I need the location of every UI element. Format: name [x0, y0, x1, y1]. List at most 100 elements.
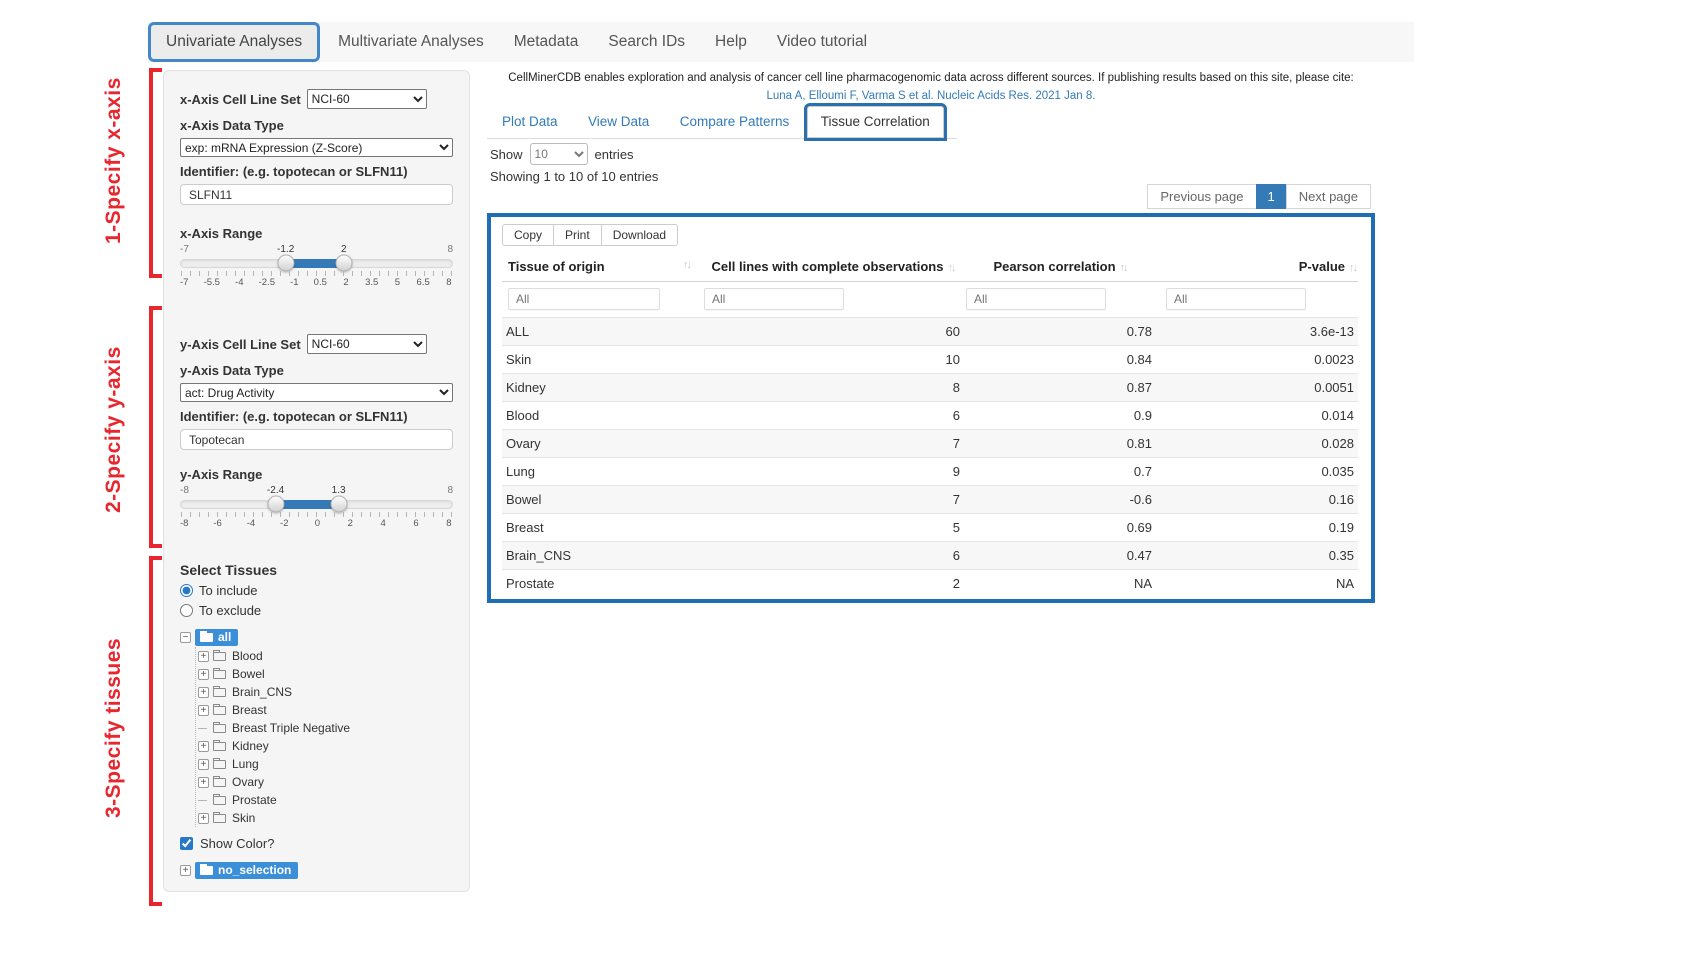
- tab-compare-patterns[interactable]: Compare Patterns: [667, 107, 803, 137]
- folder-icon: [200, 633, 213, 642]
- radio-to-include[interactable]: To include: [180, 583, 453, 598]
- table-cell: 9: [702, 458, 964, 486]
- column-header-tissue[interactable]: Tissue of origin↑↓: [502, 254, 702, 282]
- expand-icon[interactable]: +: [198, 705, 209, 716]
- table-cell: Bowel: [502, 486, 702, 514]
- tab-view-data[interactable]: View Data: [575, 107, 662, 137]
- tick-label: -1: [290, 277, 298, 288]
- tree-item-label: Breast Triple Negative: [230, 721, 350, 735]
- y-axis-identifier-label: Identifier: (e.g. topotecan or SLFN11): [180, 409, 453, 424]
- expand-icon[interactable]: +: [198, 759, 209, 770]
- tree-item-breast-triple-negative[interactable]: Breast Triple Negative: [196, 719, 453, 737]
- pagination: Previous page 1 Next page: [1148, 184, 1371, 209]
- x-axis-range-slider[interactable]: -7 8 -1.2 2 -7-5.5-4-2.5-10.523.556.58: [180, 244, 453, 290]
- sort-icon[interactable]: ↑↓: [683, 259, 690, 271]
- leaf-connector: [198, 800, 207, 801]
- y-range-low-handle[interactable]: [267, 496, 284, 513]
- filter-tissue-input[interactable]: [508, 288, 660, 310]
- to-include-radio[interactable]: [180, 584, 193, 597]
- tree-item-kidney[interactable]: +Kidney: [196, 737, 453, 755]
- tissue-correlation-table: Tissue of origin↑↓ Cell lines with compl…: [502, 254, 1358, 598]
- expand-icon[interactable]: +: [198, 651, 209, 662]
- citation-link[interactable]: Luna A, Elloumi F, Varma S et al. Nuclei…: [767, 90, 1096, 102]
- y-axis-data-type-label: y-Axis Data Type: [180, 363, 453, 378]
- table-cell: NA: [964, 570, 1156, 598]
- x-axis-identifier-input[interactable]: [180, 184, 453, 205]
- x-axis-cell-line-set-select[interactable]: NCI-60: [307, 89, 427, 109]
- x-axis-data-type-label: x-Axis Data Type: [180, 118, 453, 133]
- x-range-low-handle[interactable]: [277, 255, 294, 272]
- table-cell: 0.014: [1156, 402, 1358, 430]
- tree-item-breast[interactable]: +Breast: [196, 701, 453, 719]
- x-range-min-label: -7: [180, 244, 189, 255]
- collapse-icon[interactable]: −: [180, 632, 191, 643]
- table-row: Blood60.90.014: [502, 402, 1358, 430]
- annotation-bracket-y-axis: [149, 306, 162, 548]
- expand-icon[interactable]: +: [198, 669, 209, 680]
- nav-tab-multivariate-analyses[interactable]: Multivariate Analyses: [323, 22, 499, 62]
- plot-tabbar: Plot Data View Data Compare Patterns Tis…: [487, 106, 957, 139]
- entries-per-page-select[interactable]: 10: [530, 143, 588, 165]
- download-button[interactable]: Download: [601, 224, 678, 246]
- tree-item-blood[interactable]: +Blood: [196, 647, 453, 665]
- tick-label: -2: [280, 518, 288, 529]
- y-axis-identifier-input[interactable]: [180, 429, 453, 450]
- tree-item-lung[interactable]: +Lung: [196, 755, 453, 773]
- y-range-high-handle[interactable]: [330, 496, 347, 513]
- table-header-row: Tissue of origin↑↓ Cell lines with compl…: [502, 254, 1358, 282]
- expand-icon[interactable]: +: [198, 813, 209, 824]
- next-page-button[interactable]: Next page: [1286, 184, 1371, 209]
- tab-plot-data[interactable]: Plot Data: [489, 107, 571, 137]
- table-cell: Breast: [502, 514, 702, 542]
- tree-item-brain-cns[interactable]: +Brain_CNS: [196, 683, 453, 701]
- tree-node-all[interactable]: all: [195, 629, 238, 646]
- expand-icon[interactable]: +: [198, 777, 209, 788]
- radio-to-exclude[interactable]: To exclude: [180, 603, 453, 618]
- previous-page-button[interactable]: Previous page: [1147, 184, 1256, 209]
- tree-item-bowel[interactable]: +Bowel: [196, 665, 453, 683]
- filter-pvalue-input[interactable]: [1166, 288, 1306, 310]
- column-header-pearson[interactable]: Pearson correlation↑↓: [964, 254, 1156, 282]
- expand-icon[interactable]: +: [198, 741, 209, 752]
- showing-entries-status: Showing 1 to 10 of 10 entries: [490, 169, 658, 184]
- y-axis-cell-line-set-select[interactable]: NCI-60: [307, 334, 427, 354]
- tick-label: -6: [213, 518, 221, 529]
- tick-label: 4: [379, 518, 387, 529]
- filter-pearson-input[interactable]: [966, 288, 1106, 310]
- column-header-cell-lines[interactable]: Cell lines with complete observations↑↓: [702, 254, 964, 282]
- filter-cell-lines-input[interactable]: [704, 288, 844, 310]
- sort-icon[interactable]: ↑↓: [1120, 262, 1127, 274]
- tick-label: -7: [180, 277, 188, 288]
- folder-icon: [213, 688, 226, 697]
- tree-item-ovary[interactable]: + Ovary: [196, 773, 453, 791]
- show-label: Show: [490, 147, 523, 162]
- folder-icon: [213, 706, 226, 715]
- page-1-button[interactable]: 1: [1256, 184, 1287, 209]
- to-exclude-radio[interactable]: [180, 604, 193, 617]
- y-range-tick-marks: [181, 512, 452, 517]
- show-color-checkbox[interactable]: [180, 837, 193, 850]
- sort-icon[interactable]: ↑↓: [947, 262, 954, 274]
- tree-item-skin[interactable]: +Skin: [196, 809, 453, 827]
- x-axis-data-type-select[interactable]: exp: mRNA Expression (Z-Score): [180, 138, 453, 157]
- show-color-option[interactable]: Show Color?: [180, 836, 453, 851]
- x-range-high-handle[interactable]: [335, 255, 352, 272]
- tree-item-label: Ovary: [230, 775, 264, 789]
- nav-tab-univariate-analyses[interactable]: Univariate Analyses: [151, 25, 317, 59]
- folder-icon: [213, 778, 226, 787]
- table-cell: 2: [702, 570, 964, 598]
- expand-icon[interactable]: +: [198, 687, 209, 698]
- tab-tissue-correlation[interactable]: Tissue Correlation: [807, 106, 944, 138]
- column-header-pvalue[interactable]: P-value↑↓: [1156, 254, 1358, 282]
- tree-item-prostate[interactable]: Prostate: [196, 791, 453, 809]
- tree-node-no-selection[interactable]: no_selection: [195, 862, 298, 879]
- expand-icon[interactable]: +: [180, 865, 191, 876]
- copy-button[interactable]: Copy: [502, 224, 554, 246]
- folder-icon: [213, 760, 226, 769]
- y-axis-range-slider[interactable]: -8 8 -2.4 1.3 -8-6-4-202468: [180, 485, 453, 531]
- sort-icon[interactable]: ↑↓: [1349, 262, 1356, 274]
- citation-line2: Luna A, Elloumi F, Varma S et al. Nuclei…: [487, 90, 1375, 102]
- x-axis-cell-line-set-label: x-Axis Cell Line Set: [180, 92, 301, 107]
- y-axis-data-type-select[interactable]: act: Drug Activity: [180, 383, 453, 402]
- print-button[interactable]: Print: [553, 224, 602, 246]
